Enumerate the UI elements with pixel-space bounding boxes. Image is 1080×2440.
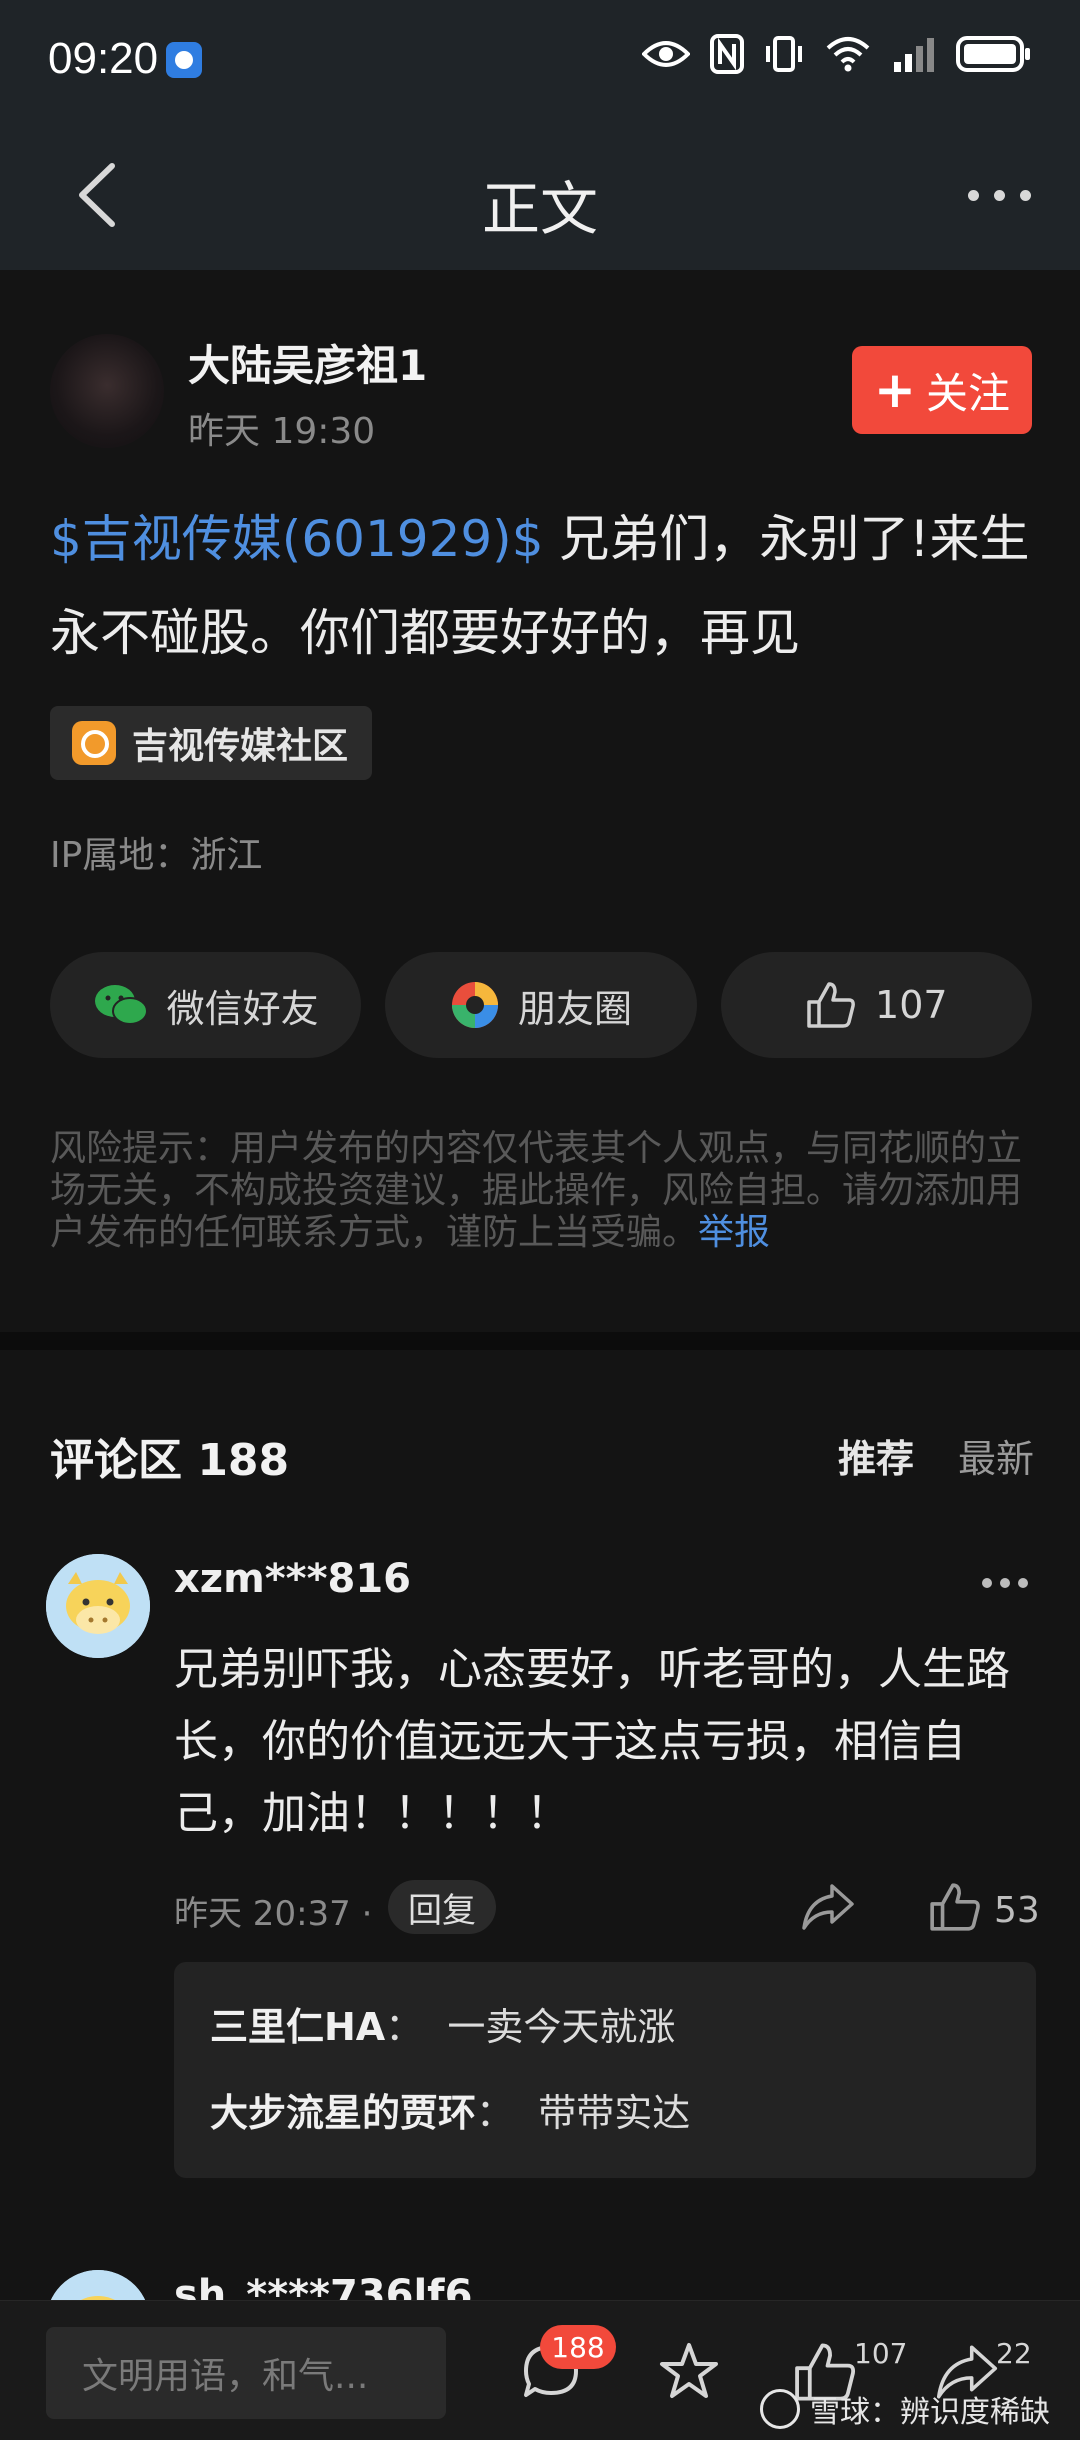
comment-like-button[interactable] (928, 1880, 982, 1934)
sort-latest-tab[interactable]: 最新 (958, 1428, 1034, 1483)
follow-button[interactable]: + 关注 (852, 346, 1032, 434)
share-row: 微信好友 朋友圈 107 (50, 952, 1032, 1058)
plus-icon: + (874, 361, 916, 419)
author-name[interactable]: 大陆吴彦祖1 (188, 332, 427, 393)
favorite-button[interactable] (656, 2339, 722, 2405)
dot-icon (1000, 1578, 1010, 1588)
comment-count-badge: 188 (540, 2325, 616, 2369)
post-body: $吉视传媒(601929)$ 兄弟们，永别了!来生永不碰股。你们都要好好的，再见 (50, 492, 1040, 680)
post-like-count: 107 (875, 983, 948, 1027)
share-count: 22 (996, 2337, 1032, 2370)
follow-label: 关注 (925, 368, 1010, 418)
watermark: 雪球：辨识度稀缺 (760, 2387, 1050, 2431)
section-divider (0, 1332, 1080, 1350)
thumbs-up-icon (930, 1883, 980, 1931)
dot-icon (968, 190, 979, 201)
ip-location: IP属地：浙江 (50, 835, 263, 876)
comment-like-count: 53 (994, 1890, 1040, 1931)
wechat-icon (94, 985, 148, 1025)
reply-text: 一卖今天就涨 (447, 2005, 676, 2049)
comment-time: 昨天 20:37 · (174, 1894, 373, 1934)
replies-box[interactable]: 三里仁HA： 一卖今天就涨 大步流星的贾环： 带带实达 (174, 1962, 1036, 2178)
star-icon (660, 2343, 718, 2398)
eye-icon (642, 41, 690, 67)
community-label: 吉视传媒社区 (132, 726, 349, 767)
signal-icon (894, 38, 934, 72)
comment-share-button[interactable] (800, 1882, 856, 1932)
comments-title: 评论区 188 (50, 1435, 290, 1486)
reply-item: 大步流星的贾环： 带带实达 (210, 2091, 691, 2135)
reply-button[interactable]: 回复 (388, 1880, 496, 1934)
app-notification-icon (166, 42, 202, 78)
status-time: 09:20 (48, 34, 159, 83)
status-bar: 09:20 (0, 0, 1080, 120)
dot-icon (1020, 190, 1031, 201)
comment-more-button[interactable] (980, 1568, 1030, 1598)
xueqiu-logo-icon (760, 2389, 800, 2429)
nfc-icon (710, 34, 744, 74)
like-post-button[interactable]: 107 (720, 952, 1032, 1058)
post-time: 昨天 19:30 (188, 411, 376, 452)
dot-icon (994, 190, 1005, 201)
share-moments-button[interactable]: 朋友圈 (385, 952, 697, 1058)
battery-icon (956, 36, 1030, 72)
watermark-text: 雪球：辨识度稀缺 (810, 2395, 1050, 2430)
reply-text: 带带实达 (538, 2091, 691, 2135)
dot-icon (982, 1578, 992, 1588)
moments-icon (451, 982, 498, 1028)
thumbs-up-icon (807, 982, 855, 1028)
risk-text: 风险提示：用户发布的内容仅代表其个人观点，与同花顺的立场无关，不构成投资建议，据… (50, 1128, 1023, 1253)
like-count: 107 (854, 2337, 908, 2370)
cow-avatar-icon (46, 1554, 150, 1658)
vibrate-icon (766, 36, 802, 72)
wifi-icon (826, 37, 870, 72)
risk-notice: 风险提示：用户发布的内容仅代表其个人观点，与同花顺的立场无关，不构成投资建议，据… (50, 1128, 1040, 1254)
reply-user[interactable]: 大步流星的贾环 (210, 2091, 476, 2135)
nav-bar: 正文 (0, 120, 1080, 270)
bottom-bar: 文明用语，和气... 188 107 22 雪球：辨识度稀缺 (0, 2300, 1080, 2440)
reply-user[interactable]: 三里仁HA (210, 2005, 385, 2049)
share-moments-label: 朋友圈 (517, 986, 632, 1031)
dot-icon (1018, 1578, 1028, 1588)
reply-item: 三里仁HA： 一卖今天就涨 (210, 2005, 676, 2049)
share-wechat-label: 微信好友 (166, 986, 319, 1031)
author-avatar[interactable] (50, 334, 164, 448)
community-icon (72, 721, 116, 765)
share-wechat-button[interactable]: 微信好友 (50, 952, 362, 1058)
page-title: 正文 (481, 175, 598, 243)
share-arrow-icon (802, 1884, 854, 1930)
commenter-avatar[interactable] (46, 1554, 150, 1658)
sort-recommend-tab[interactable]: 推荐 (838, 1428, 914, 1483)
status-icons (642, 34, 1032, 74)
report-link[interactable]: 举报 (698, 1212, 770, 1253)
community-tag[interactable]: 吉视传媒社区 (50, 706, 373, 780)
comment-input[interactable]: 文明用语，和气... (46, 2327, 446, 2419)
comment-text: 兄弟别吓我，心态要好，听老哥的，人生路长，你的价值远远大于这点亏损，相信自己，加… (174, 1644, 1010, 1839)
commenter-name[interactable]: xzm***816 (174, 1556, 411, 1602)
more-options-button[interactable] (960, 170, 1040, 220)
stock-link[interactable]: $吉视传媒(601929)$ (50, 510, 544, 568)
